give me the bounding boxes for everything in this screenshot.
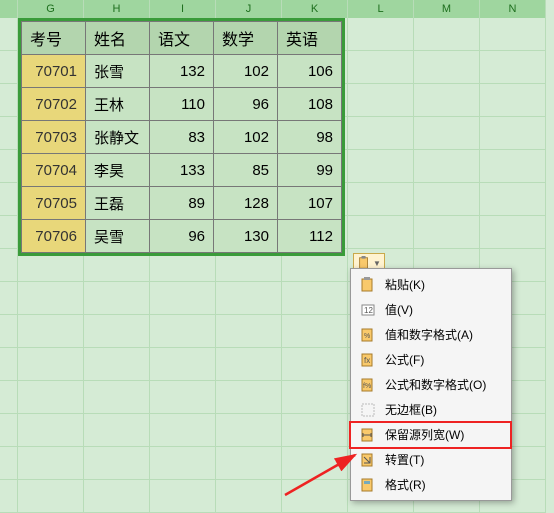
menu-transpose[interactable]: 转置(T)	[351, 447, 511, 472]
cell[interactable]: 70705	[22, 187, 86, 220]
values-icon: 12	[359, 302, 377, 318]
column-headers[interactable]: G H I J K L M N	[0, 0, 554, 18]
cell[interactable]: 83	[150, 121, 214, 154]
cell[interactable]: 70704	[22, 154, 86, 187]
cell[interactable]: 133	[150, 154, 214, 187]
menu-label: 值(V)	[385, 301, 413, 318]
col-j[interactable]: J	[216, 0, 282, 18]
table-row: 70703张静文8310298	[22, 121, 342, 154]
cell[interactable]: 70703	[22, 121, 86, 154]
selected-range[interactable]: 考号 姓名 语文 数学 英语 70701张雪13210210670702王林11…	[18, 18, 345, 256]
col-l[interactable]: L	[348, 0, 414, 18]
col-h[interactable]: H	[84, 0, 150, 18]
cell[interactable]: 王林	[86, 88, 150, 121]
table-header-row: 考号 姓名 语文 数学 英语	[22, 22, 342, 55]
dropdown-icon: ▼	[373, 259, 381, 268]
header-cell[interactable]: 考号	[22, 22, 86, 55]
table-row: 70702王林11096108	[22, 88, 342, 121]
col-i[interactable]: I	[150, 0, 216, 18]
cell[interactable]: 李昊	[86, 154, 150, 187]
cell[interactable]: 99	[278, 154, 342, 187]
svg-text:12: 12	[364, 306, 373, 315]
header-cell[interactable]: 姓名	[86, 22, 150, 55]
cell[interactable]: 130	[214, 220, 278, 253]
cell[interactable]: 张雪	[86, 55, 150, 88]
col-g[interactable]: G	[18, 0, 84, 18]
cell[interactable]: 96	[150, 220, 214, 253]
menu-values-format[interactable]: % 值和数字格式(A)	[351, 322, 511, 347]
menu-formulas[interactable]: fx 公式(F)	[351, 347, 511, 372]
cell[interactable]: 96	[214, 88, 278, 121]
cell[interactable]: 102	[214, 121, 278, 154]
header-cell[interactable]: 英语	[278, 22, 342, 55]
svg-text:f%: f%	[363, 383, 371, 390]
cell[interactable]: 128	[214, 187, 278, 220]
svg-text:fx: fx	[364, 356, 370, 365]
paste-options-menu: 粘贴(K) 12 值(V) % 值和数字格式(A) fx 公式(F) f% 公式…	[350, 268, 512, 501]
cell[interactable]: 70706	[22, 220, 86, 253]
format-icon	[359, 477, 377, 493]
col-width-icon	[359, 427, 377, 443]
cell[interactable]: 吴雪	[86, 220, 150, 253]
cell[interactable]: 70702	[22, 88, 86, 121]
data-table: 考号 姓名 语文 数学 英语 70701张雪13210210670702王林11…	[21, 21, 342, 253]
cell[interactable]: 89	[150, 187, 214, 220]
formula-icon: fx	[359, 352, 377, 368]
col-k[interactable]: K	[282, 0, 348, 18]
menu-label: 公式和数字格式(O)	[385, 376, 486, 393]
cell[interactable]: 132	[150, 55, 214, 88]
menu-label: 转置(T)	[385, 451, 424, 468]
menu-label: 保留源列宽(W)	[385, 426, 464, 443]
menu-formulas-format[interactable]: f% 公式和数字格式(O)	[351, 372, 511, 397]
menu-label: 值和数字格式(A)	[385, 326, 473, 343]
paste-icon	[359, 277, 377, 293]
cell[interactable]: 112	[278, 220, 342, 253]
menu-label: 格式(R)	[385, 476, 426, 493]
table-row: 70701张雪132102106	[22, 55, 342, 88]
transpose-icon	[359, 452, 377, 468]
cell[interactable]: 70701	[22, 55, 86, 88]
values-format-icon: %	[359, 327, 377, 343]
menu-format[interactable]: 格式(R)	[351, 472, 511, 497]
svg-text:%: %	[364, 333, 370, 340]
table-row: 70705王磊89128107	[22, 187, 342, 220]
menu-label: 粘贴(K)	[385, 276, 425, 293]
col-m[interactable]: M	[414, 0, 480, 18]
no-border-icon	[359, 402, 377, 418]
table-row: 70706吴雪96130112	[22, 220, 342, 253]
menu-values[interactable]: 12 值(V)	[351, 297, 511, 322]
menu-paste[interactable]: 粘贴(K)	[351, 272, 511, 297]
col-n[interactable]: N	[480, 0, 546, 18]
cell[interactable]: 110	[150, 88, 214, 121]
header-cell[interactable]: 数学	[214, 22, 278, 55]
menu-no-border[interactable]: 无边框(B)	[351, 397, 511, 422]
cell[interactable]: 107	[278, 187, 342, 220]
menu-label: 公式(F)	[385, 351, 424, 368]
cell[interactable]: 张静文	[86, 121, 150, 154]
cell[interactable]: 108	[278, 88, 342, 121]
header-cell[interactable]: 语文	[150, 22, 214, 55]
menu-label: 无边框(B)	[385, 401, 437, 418]
cell[interactable]: 106	[278, 55, 342, 88]
cell[interactable]: 85	[214, 154, 278, 187]
cell[interactable]: 102	[214, 55, 278, 88]
formula-format-icon: f%	[359, 377, 377, 393]
table-row: 70704李昊1338599	[22, 154, 342, 187]
menu-keep-col-width[interactable]: 保留源列宽(W)	[351, 422, 511, 447]
cell[interactable]: 98	[278, 121, 342, 154]
cell[interactable]: 王磊	[86, 187, 150, 220]
